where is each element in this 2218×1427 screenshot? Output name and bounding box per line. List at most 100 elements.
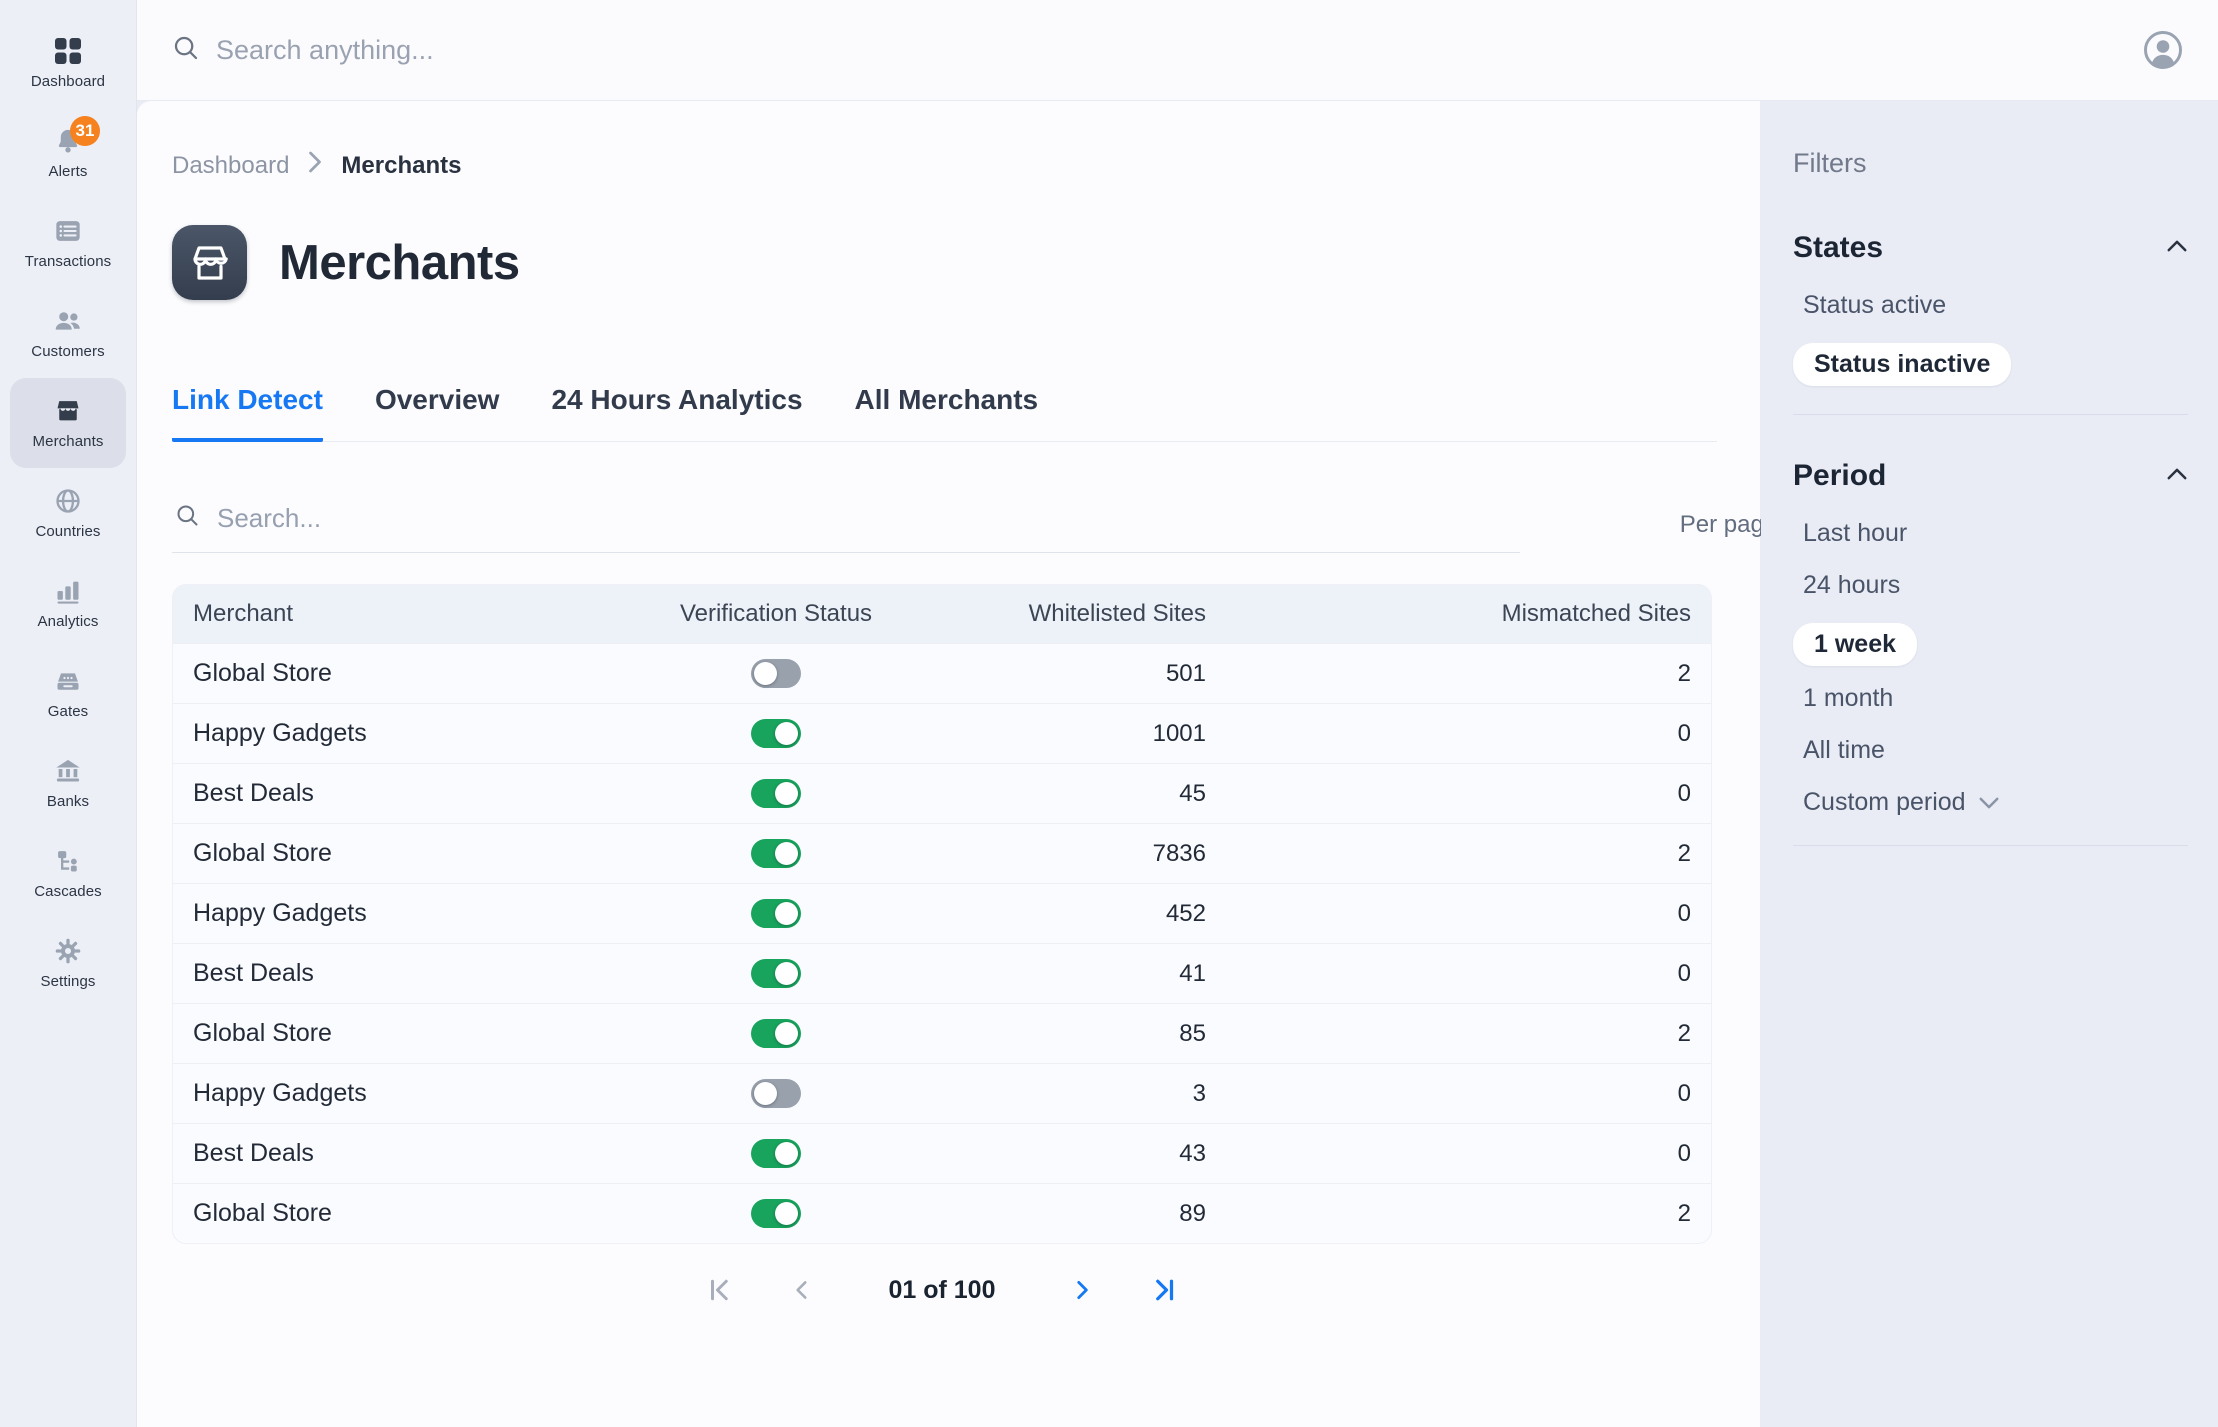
breadcrumb-current: Merchants bbox=[341, 152, 461, 180]
pagination-prev-button[interactable] bbox=[784, 1272, 820, 1308]
table-header: Merchant Verification Status Whitelisted… bbox=[173, 585, 1711, 643]
tab-bar: Link Detect Overview 24 Hours Analytics … bbox=[172, 384, 1745, 442]
whitelisted-count: 45 bbox=[973, 780, 1206, 808]
column-header-whitelisted-sites: Whitelisted Sites bbox=[973, 600, 1206, 628]
merchant-name: Global Store bbox=[193, 839, 579, 868]
tab-24-hours-analytics[interactable]: 24 Hours Analytics bbox=[551, 384, 802, 442]
page-header: Merchants bbox=[172, 225, 1760, 300]
filter-option-24-hours[interactable]: 24 hours bbox=[1803, 571, 1900, 600]
toggle-knob bbox=[754, 662, 777, 685]
sidebar-item-alerts[interactable]: 31 Alerts bbox=[10, 108, 126, 198]
storefront-icon bbox=[53, 396, 83, 426]
verification-toggle[interactable] bbox=[751, 779, 801, 808]
sidebar-item-cascades[interactable]: Cascades bbox=[10, 828, 126, 918]
page-title: Merchants bbox=[279, 235, 520, 291]
sidebar-item-merchants[interactable]: Merchants bbox=[10, 378, 126, 468]
table-row: Happy Gadgets 1001 0 bbox=[173, 703, 1711, 763]
sidebar-item-customers[interactable]: Customers bbox=[10, 288, 126, 378]
whitelisted-count: 7836 bbox=[973, 840, 1206, 868]
mismatched-count: 0 bbox=[1206, 1080, 1691, 1108]
chevron-up-icon bbox=[2166, 467, 2188, 486]
verification-toggle[interactable] bbox=[751, 719, 801, 748]
verification-toggle[interactable] bbox=[751, 899, 801, 928]
filter-option-1-month[interactable]: 1 month bbox=[1803, 684, 1893, 713]
toggle-knob bbox=[775, 842, 798, 865]
verification-toggle[interactable] bbox=[751, 1019, 801, 1048]
pagination-last-button[interactable] bbox=[1146, 1272, 1182, 1308]
breadcrumb-dashboard-link[interactable]: Dashboard bbox=[172, 152, 289, 180]
verification-toggle[interactable] bbox=[751, 659, 801, 688]
globe-icon bbox=[53, 486, 83, 516]
whitelisted-count: 85 bbox=[973, 1020, 1206, 1048]
mismatched-count: 0 bbox=[1206, 1140, 1691, 1168]
filters-title: Filters bbox=[1793, 148, 2188, 179]
table-search bbox=[172, 502, 1520, 553]
transactions-icon bbox=[53, 216, 83, 246]
bank-icon bbox=[53, 756, 83, 786]
tab-link-detect[interactable]: Link Detect bbox=[172, 384, 323, 442]
tab-overview[interactable]: Overview bbox=[375, 384, 500, 442]
verification-toggle[interactable] bbox=[751, 1139, 801, 1168]
global-search-input[interactable] bbox=[216, 35, 1116, 66]
topbar bbox=[137, 0, 2218, 101]
filter-option-status-active[interactable]: Status active bbox=[1803, 291, 1946, 320]
search-icon bbox=[171, 33, 201, 68]
merchants-table: Merchant Verification Status Whitelisted… bbox=[172, 584, 1712, 1244]
sidebar-item-label: Settings bbox=[41, 973, 96, 990]
cash-register-icon bbox=[53, 666, 83, 696]
verification-toggle[interactable] bbox=[751, 959, 801, 988]
mismatched-count: 0 bbox=[1206, 720, 1691, 748]
sidebar-item-gates[interactable]: Gates bbox=[10, 648, 126, 738]
pagination-status: 01 of 100 bbox=[888, 1276, 995, 1305]
verification-toggle[interactable] bbox=[751, 839, 801, 868]
merchant-name: Best Deals bbox=[193, 1139, 579, 1168]
merchant-name: Happy Gadgets bbox=[193, 1079, 579, 1108]
merchant-name: Global Store bbox=[193, 659, 579, 688]
states-section-title: States bbox=[1793, 231, 1883, 265]
verification-toggle[interactable] bbox=[751, 1199, 801, 1228]
sidebar-item-dashboard[interactable]: Dashboard bbox=[10, 18, 126, 108]
sidebar-item-transactions[interactable]: Transactions bbox=[10, 198, 126, 288]
toggle-knob bbox=[775, 1142, 798, 1165]
filter-section-states-header[interactable]: States bbox=[1793, 231, 2188, 265]
column-header-verification-status: Verification Status bbox=[579, 600, 973, 628]
sidebar-item-settings[interactable]: Settings bbox=[10, 918, 126, 1008]
table-row: Global Store 85 2 bbox=[173, 1003, 1711, 1063]
filter-option-all-time[interactable]: All time bbox=[1803, 736, 1885, 765]
pagination-next-button[interactable] bbox=[1064, 1272, 1100, 1308]
merchant-name: Happy Gadgets bbox=[193, 899, 579, 928]
mismatched-count: 2 bbox=[1206, 840, 1691, 868]
filter-option-status-inactive[interactable]: Status inactive bbox=[1793, 343, 2011, 386]
table-search-input[interactable] bbox=[217, 503, 1520, 534]
user-avatar-button[interactable] bbox=[2142, 29, 2184, 71]
sidebar-item-label: Gates bbox=[48, 703, 89, 720]
sidebar-item-banks[interactable]: Banks bbox=[10, 738, 126, 828]
filter-section-period-header[interactable]: Period bbox=[1793, 459, 2188, 493]
toggle-knob bbox=[775, 1202, 798, 1225]
whitelisted-count: 41 bbox=[973, 960, 1206, 988]
column-header-merchant: Merchant bbox=[193, 600, 579, 628]
toggle-knob bbox=[775, 962, 798, 985]
table-toolbar: Per page 25 bbox=[172, 502, 1849, 553]
period-section-title: Period bbox=[1793, 459, 1886, 493]
merchant-name: Global Store bbox=[193, 1019, 579, 1048]
sidebar-item-label: Dashboard bbox=[31, 73, 105, 90]
sidebar-item-label: Transactions bbox=[25, 253, 112, 270]
sidebar-item-countries[interactable]: Countries bbox=[10, 468, 126, 558]
main-content: Dashboard Merchants Merchants Link Detec… bbox=[137, 101, 1760, 1427]
chevron-down-icon bbox=[1978, 788, 2000, 817]
tab-all-merchants[interactable]: All Merchants bbox=[855, 384, 1039, 442]
sidebar-item-label: Analytics bbox=[38, 613, 99, 630]
pagination-first-button[interactable] bbox=[702, 1272, 738, 1308]
filter-divider bbox=[1793, 845, 2188, 846]
filter-option-1-week[interactable]: 1 week bbox=[1793, 623, 1917, 666]
table-row: Global Store 501 2 bbox=[173, 643, 1711, 703]
filter-option-custom-period[interactable]: Custom period bbox=[1803, 788, 2000, 817]
toggle-knob bbox=[775, 782, 798, 805]
merchant-name: Best Deals bbox=[193, 779, 579, 808]
sidebar-item-analytics[interactable]: Analytics bbox=[10, 558, 126, 648]
verification-toggle[interactable] bbox=[751, 1079, 801, 1108]
sidebar-item-label: Merchants bbox=[33, 433, 104, 450]
filter-option-last-hour[interactable]: Last hour bbox=[1803, 519, 1907, 548]
toggle-knob bbox=[775, 722, 798, 745]
